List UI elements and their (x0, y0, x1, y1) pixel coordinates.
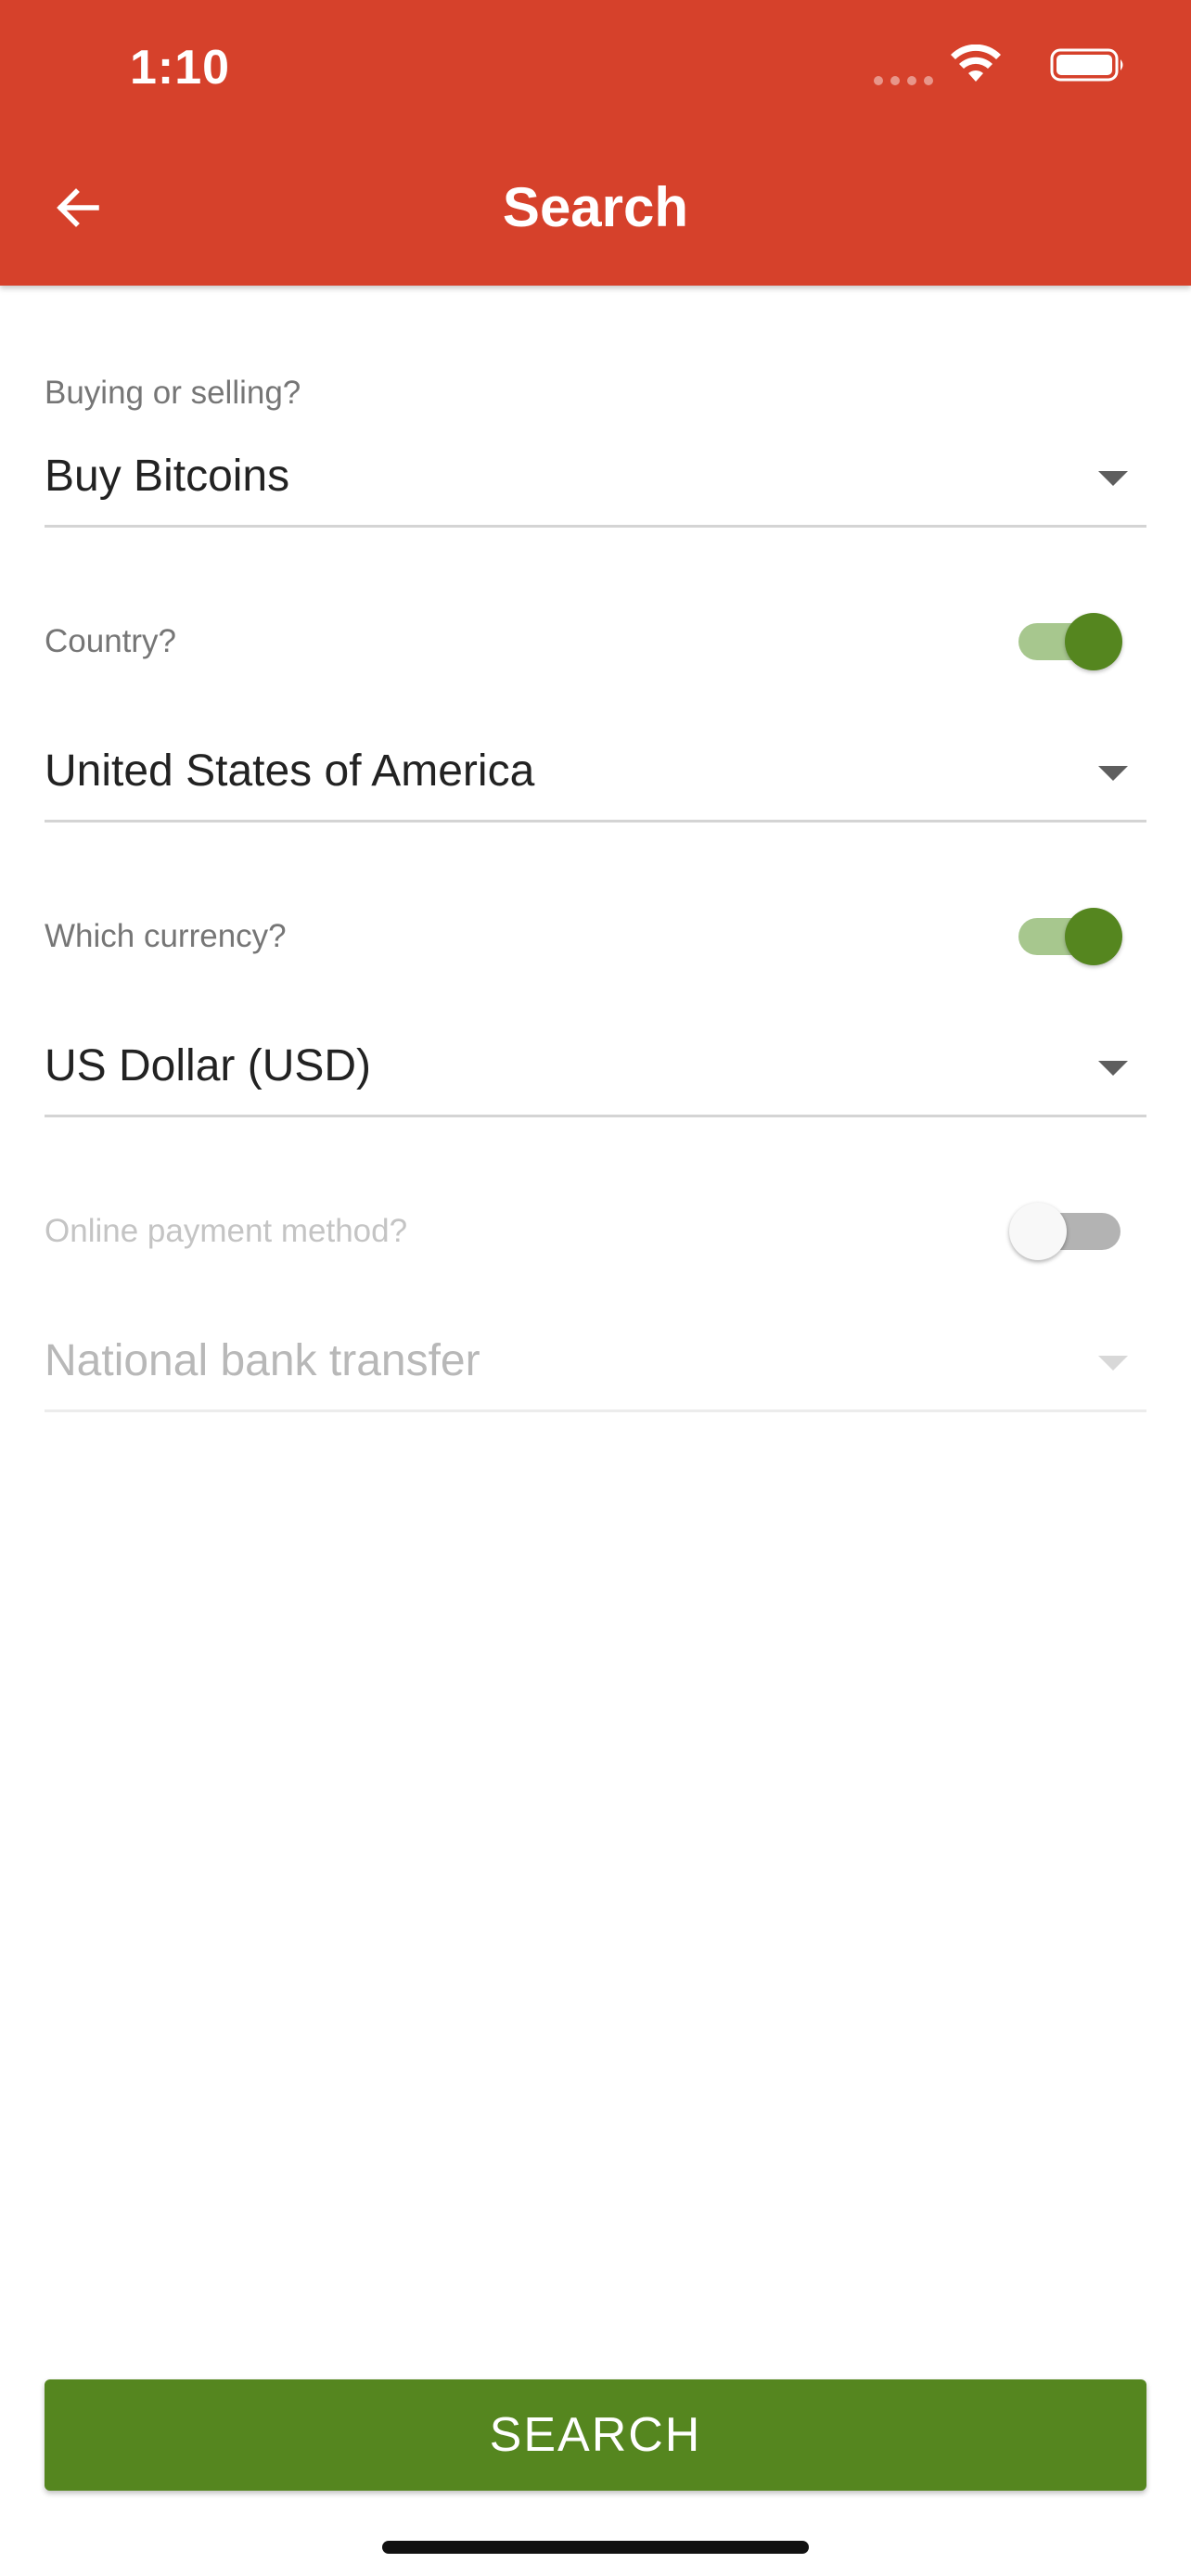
status-bar-time: 1:10 (130, 41, 231, 95)
search-button[interactable]: SEARCH (45, 2379, 1146, 2491)
toggle-thumb (1009, 1203, 1067, 1260)
arrow-left-icon (57, 188, 99, 227)
country-value: United States of America (45, 746, 535, 796)
currency-label: Which currency? (45, 918, 287, 954)
toggle-thumb (1065, 613, 1122, 670)
battery-icon (1050, 48, 1123, 82)
country-dropdown[interactable]: United States of America (45, 731, 1146, 823)
caret-down-icon (1098, 1061, 1128, 1076)
back-button[interactable] (37, 167, 119, 249)
toggle-thumb (1065, 908, 1122, 965)
payment-method-value: National bank transfer (45, 1336, 480, 1385)
status-bar-icons (857, 45, 1126, 91)
caret-down-icon (1098, 766, 1128, 781)
home-indicator[interactable] (382, 2541, 809, 2554)
caret-down-icon (1098, 1356, 1128, 1371)
currency-toggle[interactable] (1018, 904, 1122, 969)
country-label: Country? (45, 623, 177, 659)
payment-method-toggle[interactable] (1009, 1199, 1121, 1264)
trade-type-label: Buying or selling? (45, 375, 301, 411)
caret-down-icon (1098, 471, 1128, 486)
app-bar: 1:10 Search (0, 0, 1191, 286)
wifi-icon (951, 45, 1001, 82)
trade-type-dropdown[interactable]: Buy Bitcoins (45, 436, 1146, 528)
page-title: Search (502, 176, 689, 238)
trade-type-value: Buy Bitcoins (45, 452, 290, 501)
payment-method-label: Online payment method? (45, 1213, 408, 1249)
payment-method-dropdown: National bank transfer (45, 1320, 1146, 1412)
country-toggle[interactable] (1018, 609, 1122, 674)
currency-dropdown[interactable]: US Dollar (USD) (45, 1026, 1146, 1117)
cellular-signal-icon (874, 76, 933, 85)
currency-value: US Dollar (USD) (45, 1041, 372, 1090)
